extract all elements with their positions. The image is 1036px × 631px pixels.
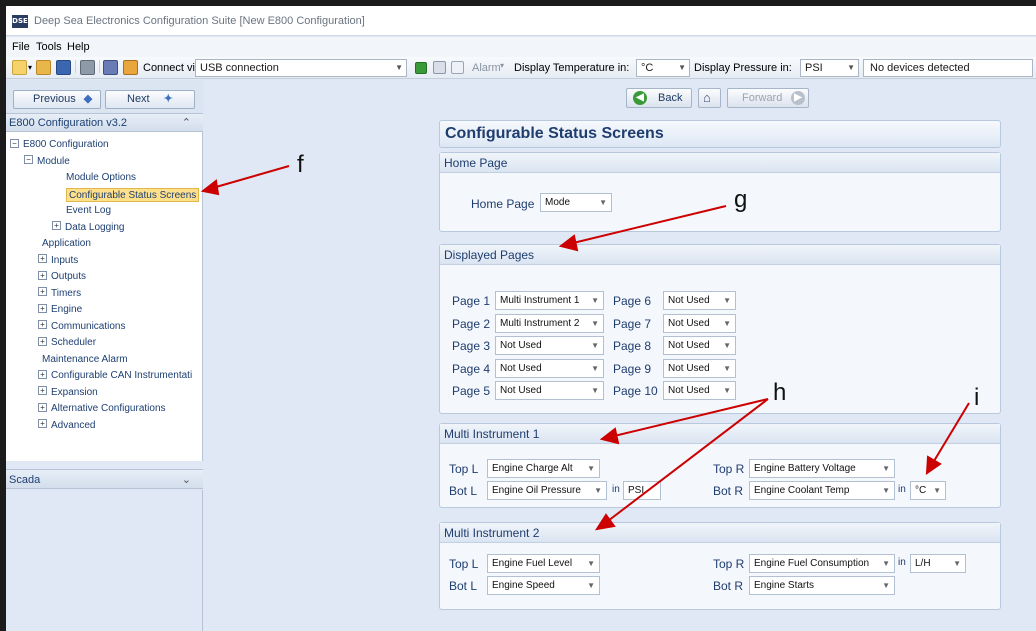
annotation-arrowhead-g xyxy=(558,234,579,252)
annotation-arrow-f xyxy=(208,165,290,190)
annotation-arrowhead-f xyxy=(200,179,220,196)
annotation-arrows xyxy=(200,165,970,531)
annotation-label-i: i xyxy=(974,384,980,411)
annotation-label-h: h xyxy=(773,379,787,406)
annotation-label-g: g xyxy=(734,186,748,213)
annotation-arrowhead-h1 xyxy=(599,427,620,445)
annotation-label-f: f xyxy=(297,151,304,178)
annotation-arrow-i xyxy=(930,402,970,467)
annotation-arrowhead-i xyxy=(925,455,942,475)
annotation-arrow-g xyxy=(568,205,727,245)
app-window: DSE Deep Sea Electronics Configuration S… xyxy=(6,6,1036,631)
